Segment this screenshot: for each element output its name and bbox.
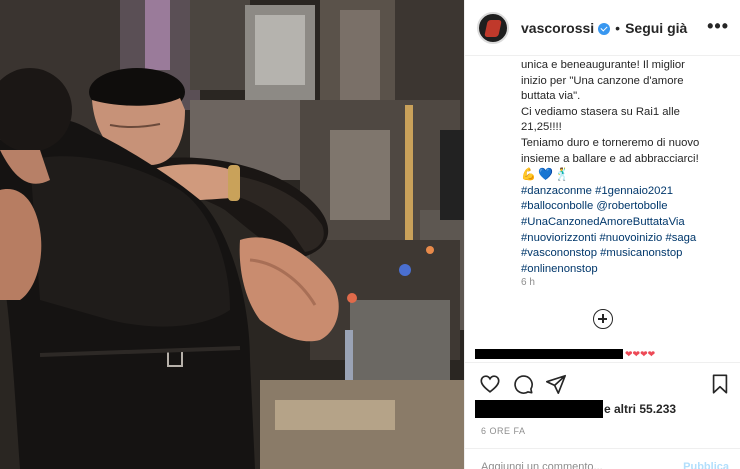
more-options-icon[interactable]: ••• [707, 16, 729, 37]
caption-line: unica e beneaugurante! Il miglior [521, 59, 685, 71]
post-timestamp[interactable]: 6 ORE FA [481, 426, 526, 436]
photo-illustration [0, 0, 464, 469]
avatar[interactable] [477, 11, 509, 44]
action-bar [465, 362, 740, 402]
hashtag-line[interactable]: #danzaconme #1gennaio2021 [521, 184, 735, 200]
share-icon[interactable] [545, 373, 567, 395]
flexed-biceps-emoji: 💪 [521, 167, 536, 182]
comment-input[interactable]: Aggiungi un commento... [481, 461, 603, 469]
heart-icon[interactable] [479, 373, 501, 395]
emoji-line: 💪 💙 🕺 [521, 167, 735, 184]
hashtag-line[interactable]: #onlinenonstop [521, 262, 735, 278]
plus-circle-icon[interactable] [593, 309, 613, 329]
caption-timestamp: 6 h [521, 277, 535, 288]
post-sidebar: vascorossi • Segui già ••• unica e benea… [464, 0, 740, 469]
redacted-comment-author [475, 349, 623, 359]
bookmark-icon[interactable] [709, 373, 731, 395]
hashtag-line[interactable]: #vascononstop #musicanonstop [521, 246, 735, 262]
dancer-emoji: 🕺 [554, 167, 570, 182]
redacted-liker [475, 400, 603, 418]
publish-button[interactable]: Pubblica [683, 461, 729, 469]
header-separator: • [615, 19, 621, 36]
post-header: vascorossi • Segui già ••• [465, 0, 740, 56]
hashtag-line[interactable]: #UnaCanzonedAmoreButtataVia [521, 215, 735, 231]
caption-line: Ci vediamo stasera su Rai1 alle [521, 105, 680, 118]
caption-line: 21,25!!!! [521, 121, 562, 134]
caption-line: insieme a ballare e ad abbracciarci! [521, 152, 699, 165]
post-caption: unica e beneaugurante! Il miglior inizio… [521, 58, 735, 277]
username-link[interactable]: vascorossi [521, 20, 594, 36]
caption-line: inizio per "Una canzone d'amore [521, 74, 684, 87]
hashtag-line[interactable]: #nuoviorizzonti #nuovoinizio #saga [521, 231, 735, 247]
verified-badge-icon [598, 22, 611, 35]
likes-count[interactable]: e altri 55.233 [604, 402, 676, 416]
post-photo[interactable] [0, 0, 464, 469]
following-button[interactable]: Segui già [625, 20, 687, 36]
comment-bar: Aggiungi un commento... Pubblica [465, 448, 740, 469]
comment-icon[interactable] [512, 373, 534, 395]
hashtag-line[interactable]: #balloconbolle @robertobolle [521, 199, 735, 215]
comment-hearts: ❤❤❤❤ [625, 349, 656, 359]
caption-line: buttata via". [521, 90, 581, 103]
blue-heart-emoji: 💙 [537, 167, 553, 182]
caption-line: Teniamo duro e torneremo di nuovo [521, 136, 700, 149]
